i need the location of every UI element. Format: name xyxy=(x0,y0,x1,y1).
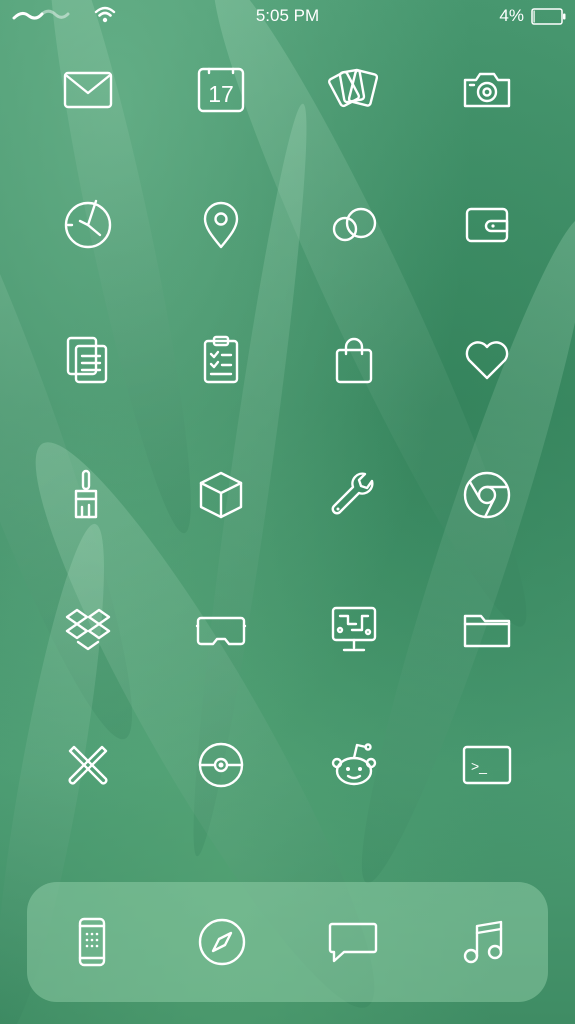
app-health[interactable] xyxy=(421,325,554,395)
app-dropbox[interactable] xyxy=(21,595,154,665)
calendar-icon: 17 xyxy=(197,67,245,113)
folder-icon xyxy=(464,614,511,648)
app-clipboard[interactable] xyxy=(154,325,287,395)
package-icon xyxy=(199,471,243,519)
dock-app-messages[interactable] xyxy=(327,907,379,977)
app-package[interactable] xyxy=(154,460,287,530)
pokeball-icon xyxy=(198,742,244,788)
home-screen-grid: 17 >_ xyxy=(21,55,554,865)
documents-icon xyxy=(66,336,107,384)
circuit-monitor-icon xyxy=(331,606,377,652)
clipboard-icon xyxy=(203,335,239,384)
app-calendar[interactable]: 17 xyxy=(154,55,287,125)
dock-app-safari[interactable] xyxy=(196,907,248,977)
app-circuit[interactable] xyxy=(288,595,421,665)
app-pokemon[interactable] xyxy=(154,730,287,800)
app-cards[interactable] xyxy=(288,55,421,125)
wrench-icon xyxy=(331,472,374,515)
calendar-date: 17 xyxy=(208,81,234,107)
vr-headset-icon xyxy=(195,616,247,646)
camera-icon xyxy=(464,72,511,108)
phone-icon xyxy=(78,917,106,967)
status-time: 5:05 PM xyxy=(255,6,320,25)
mail-icon xyxy=(63,71,112,109)
app-vr[interactable] xyxy=(154,595,287,665)
app-files[interactable] xyxy=(421,595,554,665)
app-reddit[interactable] xyxy=(288,730,421,800)
shopping-bag-icon xyxy=(335,337,373,384)
cards-icon xyxy=(328,68,379,108)
dock-app-music[interactable] xyxy=(457,907,509,977)
dock xyxy=(27,882,548,1002)
app-tools[interactable] xyxy=(21,730,154,800)
paintbrush-icon xyxy=(74,469,97,519)
clock-icon xyxy=(64,199,111,249)
safari-icon xyxy=(199,918,246,966)
app-clock[interactable] xyxy=(21,190,154,260)
cross-tools-icon xyxy=(68,745,108,785)
heart-icon xyxy=(466,341,509,380)
chrome-icon xyxy=(464,471,511,519)
app-documents[interactable] xyxy=(21,325,154,395)
battery-percent: 4% xyxy=(499,6,524,25)
wallet-icon xyxy=(466,207,509,243)
app-maps[interactable] xyxy=(154,190,287,260)
app-chrome[interactable] xyxy=(421,460,554,530)
app-wallet[interactable] xyxy=(421,190,554,260)
dropbox-icon xyxy=(65,608,110,651)
dock-app-phone[interactable] xyxy=(66,907,118,977)
game-center-icon xyxy=(332,207,377,242)
app-settings[interactable] xyxy=(288,460,421,530)
maps-icon xyxy=(203,201,239,249)
reddit-icon xyxy=(331,743,377,786)
app-game-center[interactable] xyxy=(288,190,421,260)
app-camera[interactable] xyxy=(421,55,554,125)
battery-icon xyxy=(531,8,566,25)
status-bar: 5:05 PM 4% xyxy=(0,0,575,32)
terminal-icon: >_ xyxy=(463,745,512,785)
terminal-prompt: >_ xyxy=(471,758,487,774)
app-paint[interactable] xyxy=(21,460,154,530)
messages-icon xyxy=(328,922,377,963)
app-terminal[interactable]: >_ xyxy=(421,730,554,800)
app-mail[interactable] xyxy=(21,55,154,125)
app-shopping-bag[interactable] xyxy=(288,325,421,395)
music-icon xyxy=(463,920,503,964)
